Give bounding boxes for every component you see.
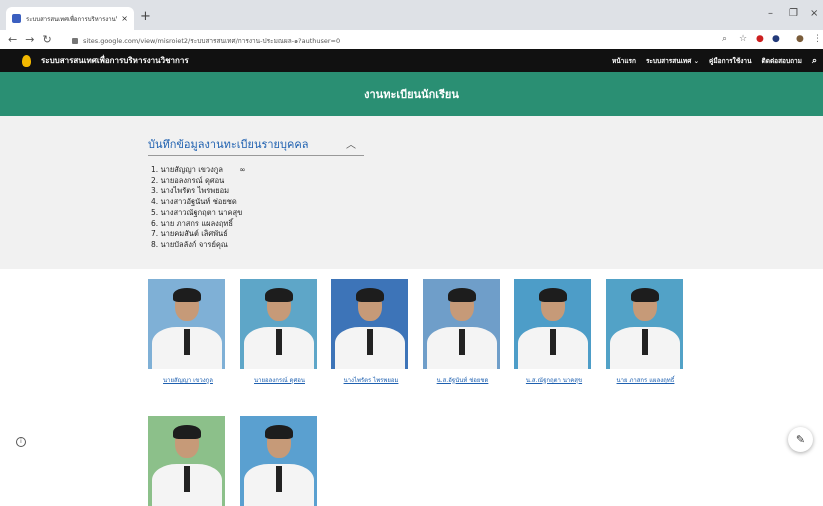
list-item[interactable]: 3. นางไพรัตร ไพรพยอม (151, 186, 246, 197)
back-icon[interactable]: ← (8, 33, 17, 46)
page-title: งานทะเบียนนักเรียน (364, 88, 459, 101)
browser-tab[interactable]: ระบบสารสนเทศเพื่อการบริหารงานวิชา × (6, 7, 134, 30)
search-icon[interactable]: ⌕ (722, 34, 727, 44)
page-banner: งานทะเบียนนักเรียน (0, 72, 823, 116)
opera-extension-icon[interactable]: ● (756, 34, 764, 44)
edit-pencil-icon[interactable]: ✎ (788, 427, 813, 452)
list-item[interactable]: 4. นางสาวอัฐนันท์ ช่อยชด (151, 197, 246, 208)
collapsible-header[interactable]: บันทึกข้อมูลงานทะเบียนรายบุคคล ︿ (148, 132, 364, 156)
staff-card[interactable]: น.ส.อัฐนันท์ ช่อยชด (422, 279, 503, 385)
nav-item-info-system[interactable]: ระบบสารสนเทศ ⌄ (646, 56, 699, 66)
window-close-icon[interactable]: × (810, 8, 818, 19)
staff-card[interactable] (239, 416, 320, 506)
staff-card[interactable]: น.ส.ณัฐกฤตา นาคสุข (514, 279, 594, 385)
reload-icon[interactable]: ↻ (42, 33, 51, 46)
browser-tab-bar: ระบบสารสนเทศเพื่อการบริหารงานวิชา × + – … (0, 0, 823, 30)
lock-icon (72, 37, 78, 44)
staff-name-link[interactable]: นายอลงกรณ์ ดุศอน (240, 375, 320, 385)
forward-icon[interactable]: → (25, 33, 34, 46)
staff-name-link[interactable]: นางไพรัตร ไพรพยอม (331, 375, 411, 385)
section-title: บันทึกข้อมูลงานทะเบียนรายบุคคล (148, 137, 309, 151)
staff-photo[interactable] (331, 279, 408, 369)
nav-item-contact[interactable]: ติดต่อสอบถาม (762, 56, 802, 66)
list-item[interactable]: 5. นางสาวณัฐกฤตา นาคสุข (151, 208, 246, 219)
extension-icon[interactable]: ● (772, 34, 780, 44)
nav-item-manual[interactable]: คู่มือการใช้งาน (709, 56, 751, 66)
site-title[interactable]: ระบบสารสนเทศเพื่อการบริหารงานวิชาการ (41, 54, 189, 67)
staff-name-link[interactable]: น.ส.อัฐนันท์ ช่อยชด (423, 375, 503, 385)
top-navigation: หน้าแรก ระบบสารสนเทศ ⌄ คู่มือการใช้งาน ต… (612, 49, 817, 72)
url-field[interactable]: sites.google.com/view/misroiet2/ระบบสารส… (72, 34, 712, 47)
browser-menu-icon[interactable]: ⋮ (813, 34, 822, 44)
staff-photo[interactable] (239, 416, 317, 506)
list-item[interactable]: 2. นายอลงกรณ์ ดุศอน (151, 176, 246, 187)
staff-name-link[interactable]: น.ส.ณัฐกฤตา นาคสุข (514, 375, 594, 385)
info-icon[interactable]: i (16, 437, 26, 447)
list-item[interactable]: 7. นายคมสันต์ เลิศพันธ์ (151, 229, 246, 240)
staff-card[interactable]: นายสัญญา เขวงกูล (148, 279, 228, 385)
staff-card[interactable]: นางไพรัตร ไพรพยอม (331, 279, 411, 385)
staff-photo[interactable] (148, 416, 225, 506)
staff-photo[interactable] (239, 279, 317, 369)
close-tab-icon[interactable]: × (121, 14, 128, 23)
staff-photo[interactable] (514, 279, 591, 369)
new-tab-icon[interactable]: + (140, 9, 151, 24)
list-item[interactable]: 8. นายบัลลังก์ จารย์คุณ (151, 240, 246, 251)
staff-card[interactable] (148, 416, 228, 506)
registration-section: บันทึกข้อมูลงานทะเบียนรายบุคคล ︿ 1. นายส… (0, 116, 823, 269)
list-item[interactable]: 6. นาย ภาสกร แผลงฤทธิ์ (151, 219, 246, 230)
tab-title: ระบบสารสนเทศเพื่อการบริหารงานวิชา (26, 15, 118, 23)
profile-avatar-icon[interactable]: ● (796, 34, 804, 44)
list-item[interactable]: 1. นายสัญญา เขวงกูล ∞ (151, 165, 246, 176)
staff-name-link[interactable]: นาย ภาสกร แผลงฤทธิ์ (606, 375, 686, 385)
staff-photo[interactable] (422, 279, 500, 369)
nav-item-home[interactable]: หน้าแรก (612, 56, 636, 66)
staff-name-link[interactable]: นายสัญญา เขวงกูล (148, 375, 228, 385)
staff-photo[interactable] (605, 279, 683, 369)
restore-icon[interactable]: ❐ (789, 8, 798, 19)
staff-photo[interactable] (148, 279, 225, 369)
chevron-down-icon: ⌄ (693, 56, 700, 65)
site-logo-icon (22, 54, 31, 67)
minimize-icon[interactable]: – (768, 8, 773, 19)
url-text: sites.google.com/view/misroiet2/ระบบสารส… (83, 36, 341, 45)
address-bar: ← → ↻ sites.google.com/view/misroiet2/ระ… (0, 30, 823, 50)
staff-card[interactable]: นาย ภาสกร แผลงฤทธิ์ (605, 279, 686, 385)
staff-card[interactable]: นายอลงกรณ์ ดุศอน (239, 279, 320, 385)
link-icon: ∞ (239, 165, 246, 174)
site-search-icon[interactable]: ⌕ (812, 56, 817, 66)
bookmark-star-icon[interactable]: ☆ (739, 34, 747, 44)
site-favicon-icon (12, 14, 21, 23)
site-header: ระบบสารสนเทศเพื่อการบริหารงานวิชาการ หน้… (0, 49, 823, 72)
chevron-up-icon[interactable]: ︿ (346, 136, 356, 151)
name-list: 1. นายสัญญา เขวงกูล ∞ 2. นายอลงกรณ์ ดุศอ… (151, 165, 246, 251)
